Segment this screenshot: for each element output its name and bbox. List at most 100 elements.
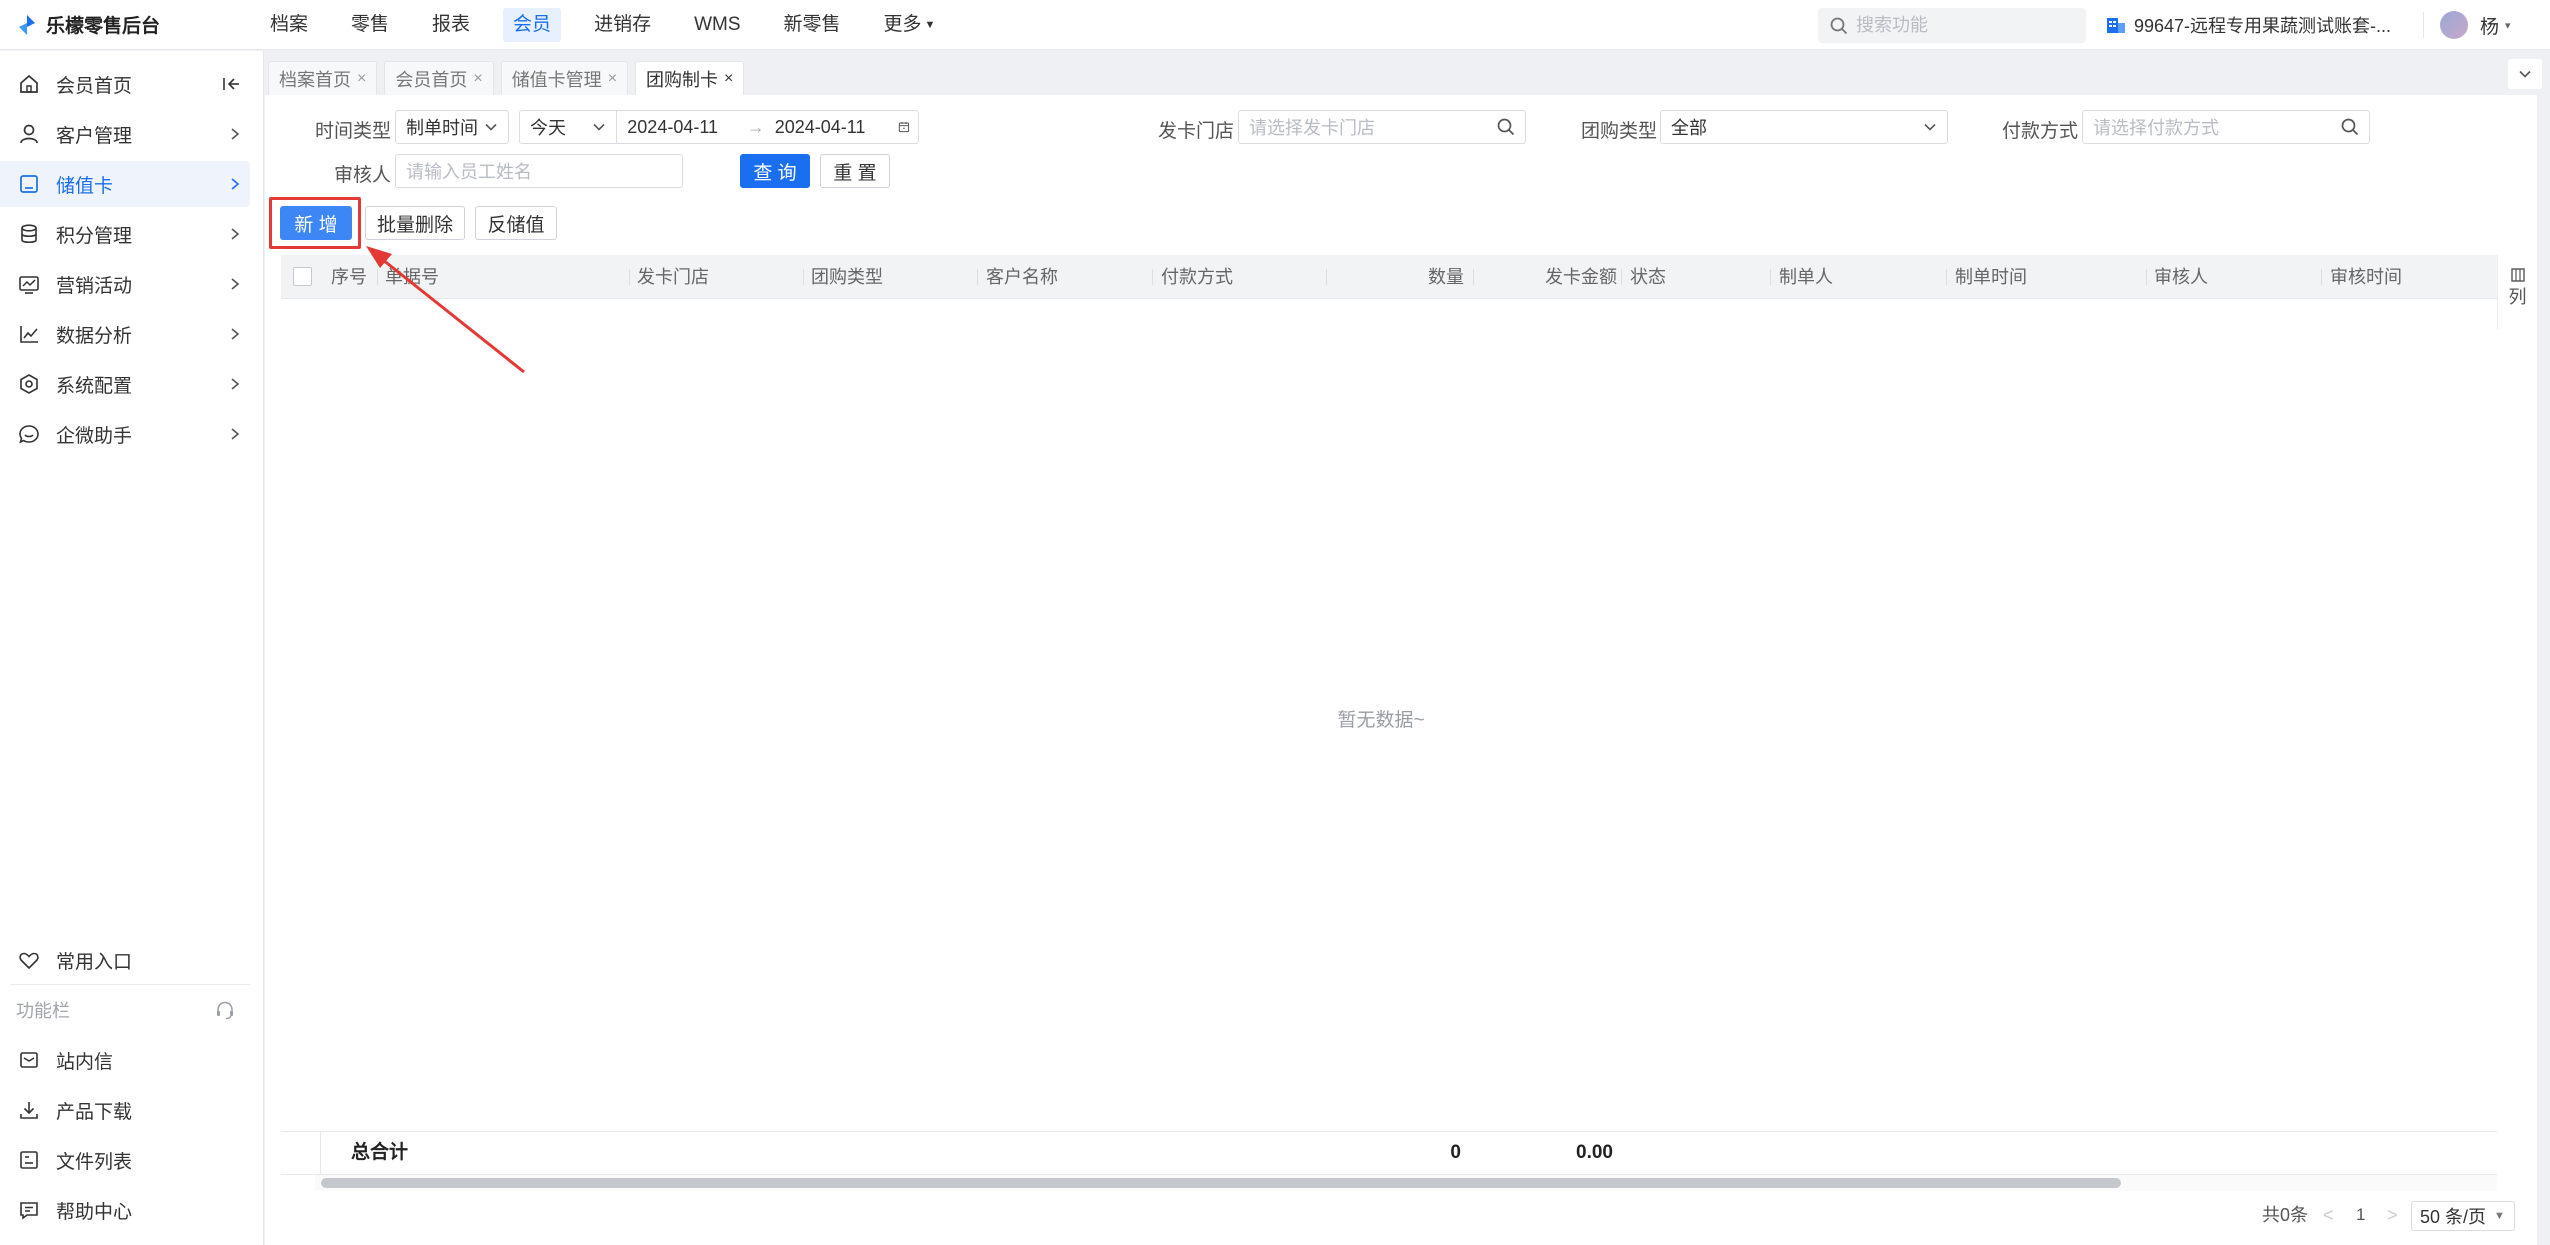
total-quantity: 0 bbox=[1450, 1142, 1461, 1163]
pagination-next-button[interactable]: > bbox=[2387, 1197, 2398, 1233]
app-title: 乐檬零售后台 bbox=[46, 16, 161, 37]
reset-button[interactable]: 重 置 bbox=[820, 154, 890, 188]
topnav-archive[interactable]: 档案 bbox=[260, 8, 318, 42]
col-divider bbox=[1621, 269, 1622, 285]
topnav-member[interactable]: 会员 bbox=[503, 7, 562, 42]
sidebar-item-stored-value-card[interactable]: 储值卡 bbox=[0, 161, 250, 207]
chat-icon bbox=[19, 425, 39, 444]
sidebar-item-label: 帮助中心 bbox=[56, 1201, 133, 1223]
time-type-select[interactable]: 制单时间 bbox=[395, 110, 509, 144]
top-nav: 档案 零售 报表 会员 进销存 WMS 新零售 更多 ▼ bbox=[260, 0, 968, 50]
sidebar-item-marketing[interactable]: 营销活动 bbox=[0, 261, 250, 307]
column-settings-button[interactable]: 列 bbox=[2497, 255, 2537, 329]
calendar-icon bbox=[898, 122, 910, 133]
reverse-stored-value-button[interactable]: 反储值 bbox=[475, 206, 557, 240]
tab-member-home[interactable]: 会员首页 × bbox=[384, 61, 494, 95]
sidebar-item-customer[interactable]: 客户管理 bbox=[0, 111, 250, 157]
sidebar-item-help-center[interactable]: 帮助中心 bbox=[0, 1187, 250, 1233]
topnav-more-label: 更多 bbox=[883, 13, 922, 35]
account-switcher[interactable]: 99647-远程专用果蔬测试账套-... bbox=[2106, 0, 2391, 50]
topnav-report[interactable]: 报表 bbox=[422, 8, 480, 42]
table-total-row: 总合计 0 0.00 bbox=[281, 1131, 2497, 1175]
pagination-page-1[interactable]: 1 bbox=[2356, 1197, 2365, 1233]
tabs-more-button[interactable] bbox=[2508, 59, 2542, 89]
col-divider bbox=[803, 269, 804, 285]
sidebar-section-title: 功能栏 bbox=[16, 997, 236, 1023]
horizontal-scrollbar-thumb[interactable] bbox=[321, 1178, 2121, 1188]
sidebar-item-points[interactable]: 积分管理 bbox=[0, 211, 250, 257]
chart-icon bbox=[20, 326, 38, 343]
topnav-inventory[interactable]: 进销存 bbox=[584, 8, 661, 42]
date-start[interactable]: 2024-04-11 bbox=[627, 117, 746, 138]
sidebar-item-label: 数据分析 bbox=[56, 325, 133, 347]
store-select[interactable]: 请选择发卡门店 bbox=[1238, 110, 1526, 144]
columns-icon bbox=[2510, 268, 2525, 282]
column-settings-label: 列 bbox=[2508, 287, 2527, 307]
collapse-sidebar-icon[interactable] bbox=[222, 75, 240, 93]
tab-label: 会员首页 bbox=[395, 69, 468, 90]
add-button[interactable]: 新 增 bbox=[280, 206, 352, 240]
sidebar-item-file-list[interactable]: 文件列表 bbox=[0, 1137, 250, 1183]
topnav-more[interactable]: 更多 ▼ bbox=[874, 8, 946, 42]
sidebar-item-label: 企微助手 bbox=[56, 425, 133, 447]
date-preset-select[interactable]: 今天 bbox=[520, 111, 618, 143]
user-name: 杨 bbox=[2480, 16, 2500, 38]
payment-placeholder: 请选择付款方式 bbox=[2093, 118, 2219, 138]
function-search[interactable] bbox=[1818, 8, 2086, 43]
date-range-picker[interactable]: 今天 2024-04-11 → 2024-04-11 bbox=[519, 110, 919, 144]
sidebar-divider bbox=[10, 984, 250, 985]
topnav-new-retail[interactable]: 新零售 bbox=[774, 8, 851, 42]
tab-group-card[interactable]: 团购制卡 × bbox=[635, 61, 745, 95]
col-divider bbox=[1473, 269, 1474, 285]
user-icon bbox=[20, 124, 38, 144]
tab-archive-home[interactable]: 档案首页 × bbox=[268, 61, 378, 95]
date-preset-value: 今天 bbox=[530, 118, 566, 138]
main-content: 时间类型 制单时间 今天 2024-04-11 → 2024-04-11 发卡门… bbox=[265, 95, 2537, 1245]
sidebar-item-system-config[interactable]: 系统配置 bbox=[0, 361, 250, 407]
chevron-down-icon bbox=[485, 123, 497, 131]
sidebar-item-inbox[interactable]: 站内信 bbox=[0, 1037, 250, 1083]
sidebar-favorites[interactable]: 常用入口 bbox=[0, 937, 250, 983]
building-icon bbox=[2107, 18, 2125, 33]
chevron-right-icon bbox=[231, 178, 240, 190]
header-divider bbox=[2423, 12, 2424, 38]
page-size-select[interactable]: 50 条/页 ▼ bbox=[2411, 1201, 2515, 1231]
sidebar-item-label: 站内信 bbox=[56, 1051, 114, 1073]
chevron-down-icon bbox=[1924, 123, 1936, 131]
pagination-prev-button[interactable]: < bbox=[2323, 1197, 2334, 1233]
tab-stored-card-management[interactable]: 储值卡管理 × bbox=[500, 61, 629, 95]
sidebar-item-label: 会员首页 bbox=[56, 75, 133, 97]
topnav-wms[interactable]: WMS bbox=[684, 8, 750, 42]
close-icon[interactable]: × bbox=[724, 70, 733, 88]
total-amount: 0.00 bbox=[1576, 1142, 1613, 1163]
close-icon[interactable]: × bbox=[473, 70, 482, 88]
query-button[interactable]: 查 询 bbox=[740, 154, 810, 188]
date-end[interactable]: 2024-04-11 bbox=[775, 117, 898, 138]
group-type-select[interactable]: 全部 bbox=[1660, 110, 1948, 144]
topnav-retail[interactable]: 零售 bbox=[341, 8, 399, 42]
function-search-input[interactable] bbox=[1856, 15, 2056, 36]
mail-icon bbox=[20, 1052, 38, 1068]
search-icon bbox=[1830, 17, 1848, 34]
group-type-label: 团购类型 bbox=[1581, 121, 1658, 142]
sidebar-item-member-home[interactable]: 会员首页 bbox=[0, 61, 250, 107]
close-icon[interactable]: × bbox=[608, 70, 617, 88]
headset-icon[interactable] bbox=[214, 999, 236, 1021]
payment-select[interactable]: 请选择付款方式 bbox=[2082, 110, 2370, 144]
sidebar-item-wecom-assistant[interactable]: 企微助手 bbox=[0, 411, 250, 457]
select-all-checkbox[interactable] bbox=[293, 267, 312, 286]
sidebar-item-downloads[interactable]: 产品下载 bbox=[0, 1087, 250, 1133]
col-seq: 序号 bbox=[331, 267, 367, 287]
heart-icon bbox=[19, 952, 39, 970]
card-icon bbox=[20, 175, 38, 193]
auditor-input-box[interactable]: 请输入员工姓名 bbox=[395, 154, 683, 188]
batch-delete-button[interactable]: 批量删除 bbox=[365, 206, 465, 240]
user-menu[interactable]: 杨 ▾ bbox=[2440, 0, 2511, 50]
chevron-right-icon bbox=[231, 228, 240, 240]
app-logo[interactable]: 乐檬零售后台 bbox=[0, 0, 250, 50]
chevron-down-icon: ▼ bbox=[2494, 1210, 2505, 1222]
sidebar-item-analytics[interactable]: 数据分析 bbox=[0, 311, 250, 357]
close-icon[interactable]: × bbox=[357, 70, 366, 88]
sidebar-item-label: 客户管理 bbox=[56, 125, 133, 147]
account-name: 99647-远程专用果蔬测试账套-... bbox=[2134, 16, 2392, 36]
